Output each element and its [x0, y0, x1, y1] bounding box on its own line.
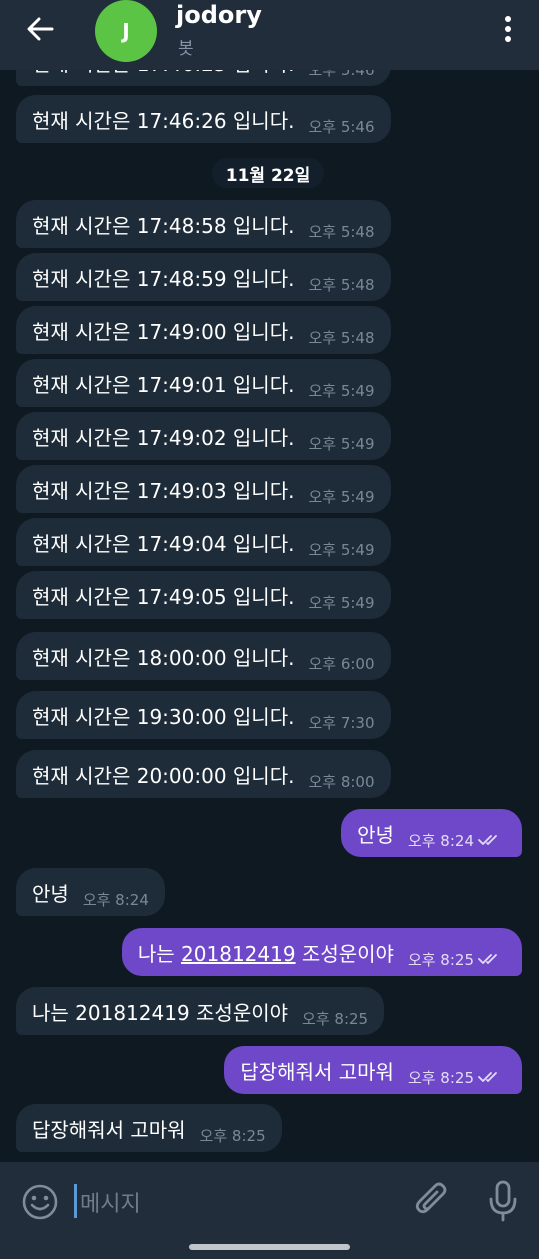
- incoming-message[interactable]: 현재 시간은 17:46:26 입니다. 오후 5:46: [16, 95, 391, 143]
- number-link[interactable]: 201812419: [181, 942, 296, 966]
- message-input[interactable]: 메시지: [80, 1182, 380, 1222]
- home-indicator[interactable]: [189, 1244, 350, 1250]
- arrow-left-icon: [27, 17, 54, 41]
- incoming-message[interactable]: 현재 시간은 17:48:59 입니다. 오후 5:48: [16, 253, 391, 301]
- more-menu-button[interactable]: [499, 14, 517, 44]
- message-text: 현재 시간은 17:49:05 입니다.: [32, 584, 295, 609]
- message-text: 안녕: [32, 881, 69, 906]
- message-text: 현재 시간은 17:46:26 입니다.: [32, 108, 295, 133]
- message-time: 오후 5:49: [308, 434, 375, 453]
- incoming-message[interactable]: 현재 시간은 19:30:00 입니다. 오후 7:30: [16, 691, 391, 739]
- paperclip-icon: [415, 1182, 447, 1214]
- more-vertical-icon: [505, 16, 511, 22]
- double-check-icon: [478, 1070, 506, 1084]
- message-time: 오후 5:48: [308, 222, 375, 241]
- microphone-icon: [489, 1180, 517, 1222]
- message-time: 오후 6:00: [308, 654, 375, 673]
- incoming-message[interactable]: 안녕 오후 8:24: [16, 868, 165, 916]
- double-check-icon: [478, 952, 506, 966]
- message-time: 오후 5:46: [308, 70, 374, 80]
- message-time: 오후 7:30: [308, 713, 375, 732]
- chat-subtitle: 봇: [178, 39, 194, 59]
- message-list[interactable]: 11월 22일 현재 시간은 17:46:25 입니다.오후 5:46현재 시간…: [0, 70, 539, 1162]
- emoji-icon: [22, 1184, 58, 1220]
- message-text: 현재 시간은 17:49:04 입니다.: [32, 531, 295, 556]
- incoming-message[interactable]: 현재 시간은 18:00:00 입니다. 오후 6:00: [16, 632, 391, 680]
- message-text: 답장해줘서 고마워: [240, 1059, 394, 1084]
- double-check-icon: [478, 833, 506, 847]
- incoming-message[interactable]: 현재 시간은 17:49:04 입니다. 오후 5:49: [16, 518, 391, 566]
- date-separator: 11월 22일: [212, 158, 324, 188]
- message-text: 현재 시간은 17:49:01 입니다.: [32, 372, 295, 397]
- incoming-message[interactable]: 현재 시간은 17:49:01 입니다. 오후 5:49: [16, 359, 391, 407]
- message-text: 현재 시간은 17:49:02 입니다.: [32, 425, 295, 450]
- avatar[interactable]: J: [95, 0, 157, 62]
- message-text: 현재 시간은 17:49:00 입니다.: [32, 319, 295, 344]
- message-time: 오후 5:48: [308, 328, 375, 347]
- message-text: 현재 시간은 20:00:00 입니다.: [32, 763, 295, 788]
- message-time: 오후 8:25: [407, 1068, 474, 1087]
- incoming-message[interactable]: 현재 시간은 17:49:03 입니다. 오후 5:49: [16, 465, 391, 513]
- back-button[interactable]: [14, 10, 66, 48]
- message-text: 답장해줘서 고마워: [32, 1117, 186, 1142]
- message-text: 현재 시간은 18:00:00 입니다.: [32, 645, 295, 670]
- incoming-message[interactable]: 현재 시간은 17:48:58 입니다. 오후 5:48: [16, 200, 391, 248]
- incoming-message[interactable]: 답장해줘서 고마워 오후 8:25: [16, 1104, 282, 1152]
- chat-title[interactable]: jodory: [176, 1, 262, 29]
- message-time: 오후 5:49: [308, 540, 375, 559]
- message-time: 오후 8:25: [302, 1009, 369, 1028]
- incoming-message[interactable]: 나는 201812419 조성운이야 오후 8:25: [16, 987, 385, 1035]
- outgoing-message[interactable]: 답장해줘서 고마워 오후 8:25: [224, 1046, 522, 1094]
- outgoing-message[interactable]: 나는 201812419 조성운이야 오후 8:25: [121, 928, 522, 976]
- chat-header: J jodory 봇: [0, 0, 539, 70]
- message-time: 오후 5:46: [308, 117, 375, 136]
- message-time: 오후 5:49: [308, 487, 375, 506]
- message-time: 오후 8:00: [308, 772, 375, 791]
- message-text: 안녕: [357, 822, 394, 847]
- incoming-message[interactable]: 현재 시간은 20:00:00 입니다. 오후 8:00: [16, 750, 391, 798]
- message-text: 현재 시간은 17:48:59 입니다.: [32, 266, 295, 291]
- attach-button[interactable]: [414, 1181, 450, 1221]
- message-text: 나는 201812419 조성운이야: [137, 941, 394, 966]
- avatar-letter: J: [122, 19, 130, 43]
- emoji-button[interactable]: [21, 1183, 59, 1221]
- text-cursor: [74, 1184, 77, 1218]
- message-time: 오후 8:25: [407, 950, 474, 969]
- incoming-message[interactable]: 현재 시간은 17:46:25 입니다. 오후 5:46: [16, 70, 391, 86]
- message-time: 오후 5:48: [308, 275, 375, 294]
- incoming-message[interactable]: 현재 시간은 17:49:00 입니다. 오후 5:48: [16, 306, 391, 354]
- message-text: 현재 시간은 19:30:00 입니다.: [32, 704, 295, 729]
- message-time: 오후 5:49: [308, 381, 375, 400]
- message-time: 오후 8:25: [199, 1126, 266, 1145]
- message-text: 현재 시간은 17:48:58 입니다.: [32, 213, 295, 238]
- voice-button[interactable]: [488, 1180, 518, 1222]
- message-text: 현재 시간은 17:46:25 입니다.: [32, 70, 294, 77]
- message-time: 오후 5:49: [308, 593, 375, 612]
- incoming-message[interactable]: 현재 시간은 17:49:05 입니다. 오후 5:49: [16, 571, 391, 619]
- outgoing-message[interactable]: 안녕 오후 8:24: [341, 809, 522, 857]
- message-time: 오후 8:24: [407, 831, 474, 850]
- message-text: 현재 시간은 17:49:03 입니다.: [32, 478, 295, 503]
- message-text: 나는 201812419 조성운이야: [32, 1000, 289, 1025]
- message-time: 오후 8:24: [82, 890, 149, 909]
- incoming-message[interactable]: 현재 시간은 17:49:02 입니다. 오후 5:49: [16, 412, 391, 460]
